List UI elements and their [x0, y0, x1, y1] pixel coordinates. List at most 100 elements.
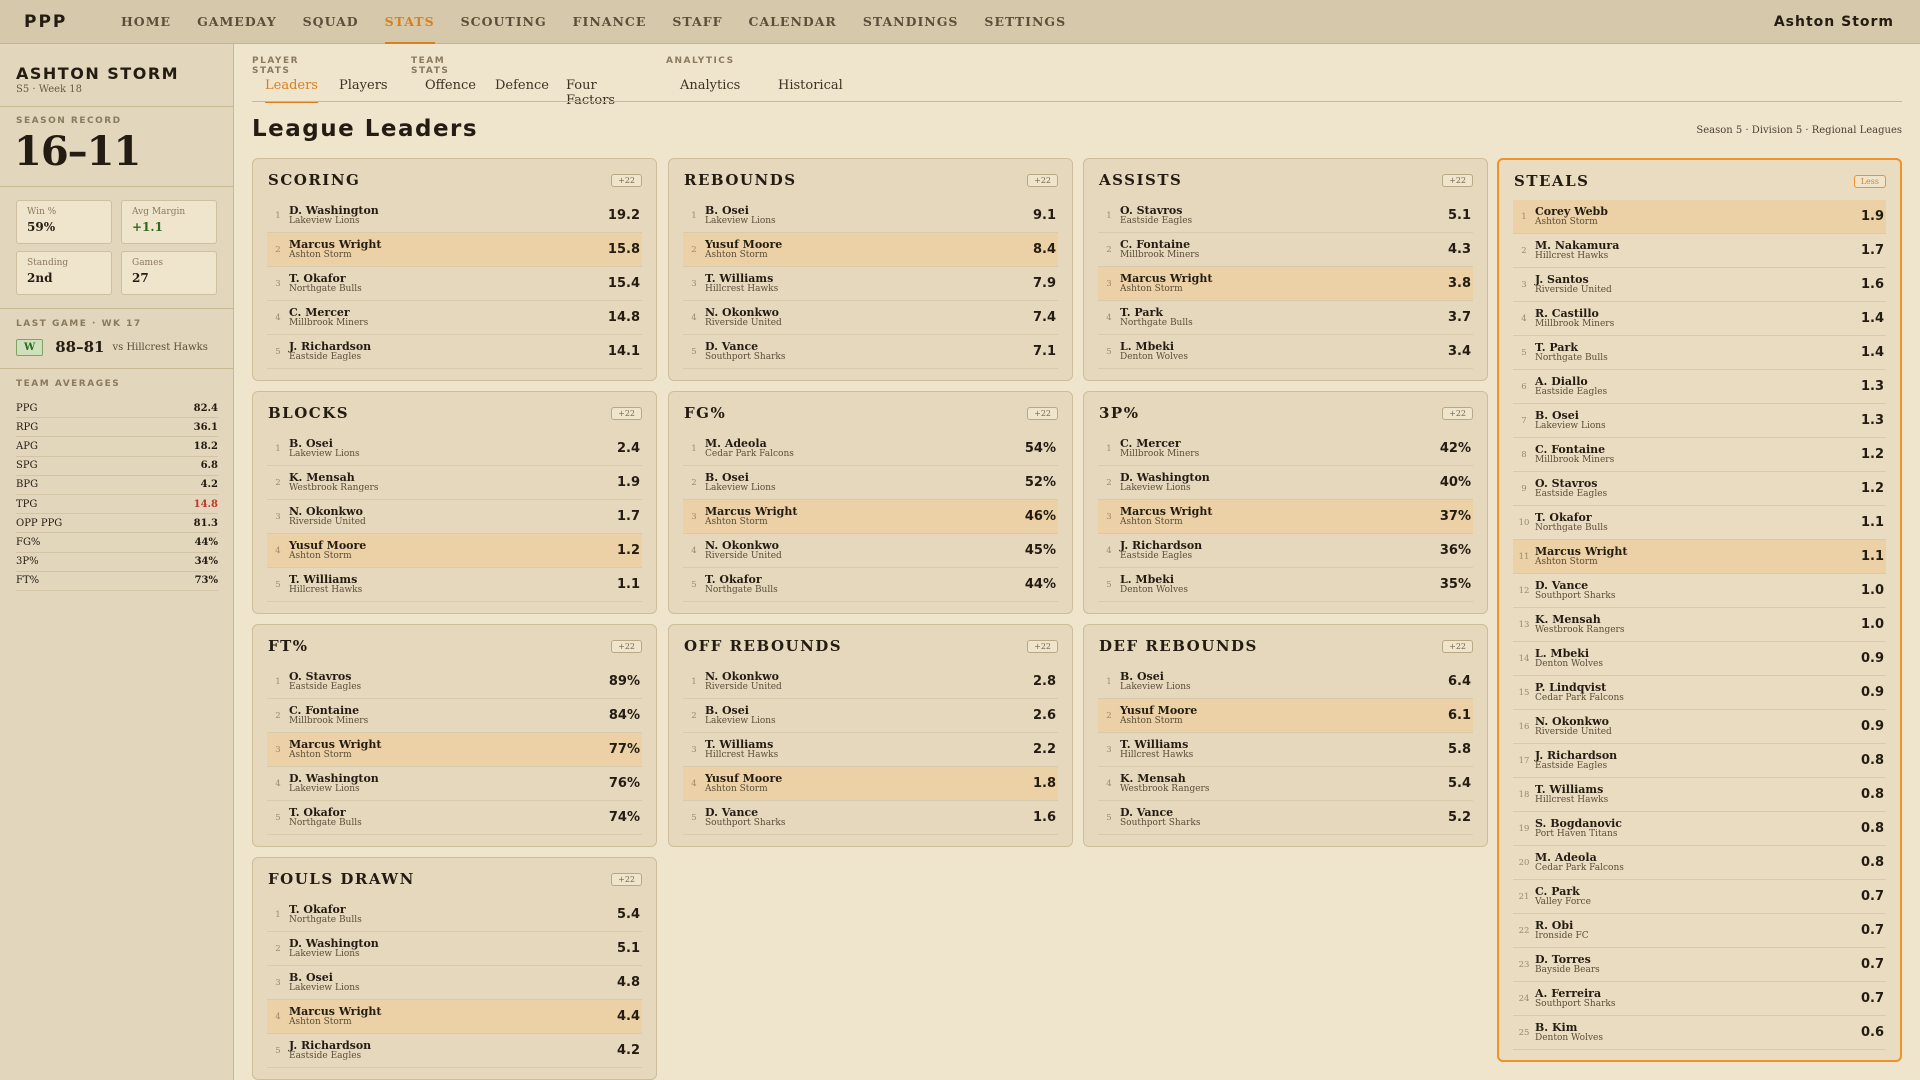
expand-pill[interactable]: +22	[1442, 174, 1473, 187]
leader-row[interactable]: 3 Marcus Wright Ashton Storm 46%	[683, 500, 1058, 534]
leader-row[interactable]: 1 M. Adeola Cedar Park Falcons 54%	[683, 432, 1058, 466]
nav-item-standings[interactable]: STANDINGS	[863, 0, 959, 44]
player-name[interactable]: T. Okafor	[289, 807, 609, 818]
leader-row[interactable]: 24 A. Ferreira Southport Sharks 0.7	[1513, 982, 1886, 1016]
tab-defence[interactable]: Defence	[495, 78, 549, 101]
player-name[interactable]: T. Park	[1535, 342, 1861, 353]
nav-item-home[interactable]: HOME	[121, 0, 171, 44]
leader-row[interactable]: 5 D. Vance Southport Sharks 5.2	[1098, 801, 1473, 835]
leader-row[interactable]: 3 Marcus Wright Ashton Storm 37%	[1098, 500, 1473, 534]
player-name[interactable]: Marcus Wright	[289, 1006, 617, 1017]
leader-row[interactable]: 23 D. Torres Bayside Bears 0.7	[1513, 948, 1886, 982]
player-name[interactable]: Marcus Wright	[1120, 506, 1440, 517]
player-name[interactable]: C. Mercer	[1120, 438, 1440, 449]
player-name[interactable]: Marcus Wright	[705, 506, 1025, 517]
leader-row[interactable]: 3 T. Williams Hillcrest Hawks 2.2	[683, 733, 1058, 767]
leader-row[interactable]: 1 B. Osei Lakeview Lions 2.4	[267, 432, 642, 466]
user-team-name[interactable]: Ashton Storm	[1774, 0, 1894, 44]
leader-row[interactable]: 1 B. Osei Lakeview Lions 9.1	[683, 199, 1058, 233]
leader-row[interactable]: 20 M. Adeola Cedar Park Falcons 0.8	[1513, 846, 1886, 880]
player-name[interactable]: C. Mercer	[289, 307, 608, 318]
leader-row[interactable]: 3 B. Osei Lakeview Lions 4.8	[267, 966, 642, 1000]
player-name[interactable]: L. Mbeki	[1120, 574, 1440, 585]
expand-pill[interactable]: +22	[1027, 174, 1058, 187]
leader-row[interactable]: 15 P. Lindqvist Cedar Park Falcons 0.9	[1513, 676, 1886, 710]
player-name[interactable]: D. Vance	[705, 807, 1033, 818]
player-name[interactable]: B. Osei	[289, 438, 617, 449]
player-name[interactable]: T. Williams	[705, 273, 1033, 284]
player-name[interactable]: C. Park	[1535, 886, 1861, 897]
player-name[interactable]: N. Okonkwo	[705, 671, 1033, 682]
leader-row[interactable]: 6 A. Diallo Eastside Eagles 1.3	[1513, 370, 1886, 404]
player-name[interactable]: D. Torres	[1535, 954, 1861, 965]
leader-row[interactable]: 4 T. Park Northgate Bulls 3.7	[1098, 301, 1473, 335]
leader-row[interactable]: 5 T. Park Northgate Bulls 1.4	[1513, 336, 1886, 370]
player-name[interactable]: T. Okafor	[1535, 512, 1861, 523]
leader-row[interactable]: 4 Marcus Wright Ashton Storm 4.4	[267, 1000, 642, 1034]
player-name[interactable]: T. Williams	[1535, 784, 1861, 795]
leader-row[interactable]: 2 D. Washington Lakeview Lions 5.1	[267, 932, 642, 966]
player-name[interactable]: Marcus Wright	[289, 739, 609, 750]
leader-row[interactable]: 4 R. Castillo Millbrook Miners 1.4	[1513, 302, 1886, 336]
player-name[interactable]: T. Park	[1120, 307, 1448, 318]
leader-row[interactable]: 4 J. Richardson Eastside Eagles 36%	[1098, 534, 1473, 568]
leader-row[interactable]: 10 T. Okafor Northgate Bulls 1.1	[1513, 506, 1886, 540]
player-name[interactable]: J. Richardson	[1535, 750, 1861, 761]
leader-row[interactable]: 4 N. Okonkwo Riverside United 45%	[683, 534, 1058, 568]
player-name[interactable]: T. Okafor	[705, 574, 1025, 585]
player-name[interactable]: K. Mensah	[1535, 614, 1861, 625]
leader-row[interactable]: 5 J. Richardson Eastside Eagles 4.2	[267, 1034, 642, 1068]
player-name[interactable]: L. Mbeki	[1120, 341, 1448, 352]
player-name[interactable]: J. Richardson	[1120, 540, 1440, 551]
leader-row[interactable]: 2 Marcus Wright Ashton Storm 15.8	[267, 233, 642, 267]
leader-row[interactable]: 5 L. Mbeki Denton Wolves 35%	[1098, 568, 1473, 602]
expand-pill[interactable]: +22	[1442, 640, 1473, 653]
player-name[interactable]: D. Washington	[289, 205, 608, 216]
leader-row[interactable]: 7 B. Osei Lakeview Lions 1.3	[1513, 404, 1886, 438]
player-name[interactable]: N. Okonkwo	[705, 540, 1025, 551]
player-name[interactable]: C. Fontaine	[289, 705, 609, 716]
leader-row[interactable]: 2 Yusuf Moore Ashton Storm 6.1	[1098, 699, 1473, 733]
leader-row[interactable]: 5 D. Vance Southport Sharks 1.6	[683, 801, 1058, 835]
player-name[interactable]: M. Adeola	[1535, 852, 1861, 863]
leader-row[interactable]: 25 B. Kim Denton Wolves 0.6	[1513, 1016, 1886, 1050]
leader-row[interactable]: 8 C. Fontaine Millbrook Miners 1.2	[1513, 438, 1886, 472]
leader-row[interactable]: 1 N. Okonkwo Riverside United 2.8	[683, 665, 1058, 699]
leader-row[interactable]: 5 J. Richardson Eastside Eagles 14.1	[267, 335, 642, 369]
leader-row[interactable]: 4 C. Mercer Millbrook Miners 14.8	[267, 301, 642, 335]
player-name[interactable]: T. Williams	[705, 739, 1033, 750]
expand-pill[interactable]: +22	[1027, 407, 1058, 420]
leader-row[interactable]: 1 O. Stavros Eastside Eagles 5.1	[1098, 199, 1473, 233]
player-name[interactable]: C. Fontaine	[1120, 239, 1448, 250]
player-name[interactable]: L. Mbeki	[1535, 648, 1861, 659]
nav-item-settings[interactable]: SETTINGS	[984, 0, 1066, 44]
expand-pill[interactable]: +22	[611, 407, 642, 420]
player-name[interactable]: J. Richardson	[289, 1040, 617, 1051]
leader-row[interactable]: 3 T. Williams Hillcrest Hawks 5.8	[1098, 733, 1473, 767]
player-name[interactable]: M. Nakamura	[1535, 240, 1861, 251]
leader-row[interactable]: 4 Yusuf Moore Ashton Storm 1.2	[267, 534, 642, 568]
expand-pill[interactable]: +22	[611, 174, 642, 187]
nav-item-stats[interactable]: STATS	[384, 0, 435, 44]
app-logo[interactable]: PPP	[24, 12, 108, 32]
leader-row[interactable]: 2 C. Fontaine Millbrook Miners 84%	[267, 699, 642, 733]
player-name[interactable]: Corey Webb	[1535, 206, 1861, 217]
leader-row[interactable]: 4 K. Mensah Westbrook Rangers 5.4	[1098, 767, 1473, 801]
player-name[interactable]: Yusuf Moore	[289, 540, 617, 551]
player-name[interactable]: R. Obi	[1535, 920, 1861, 931]
leader-row[interactable]: 16 N. Okonkwo Riverside United 0.9	[1513, 710, 1886, 744]
player-name[interactable]: J. Richardson	[289, 341, 608, 352]
leader-row[interactable]: 3 Marcus Wright Ashton Storm 3.8	[1098, 267, 1473, 301]
leader-row[interactable]: 1 D. Washington Lakeview Lions 19.2	[267, 199, 642, 233]
player-name[interactable]: A. Ferreira	[1535, 988, 1861, 999]
player-name[interactable]: N. Okonkwo	[1535, 716, 1861, 727]
nav-item-staff[interactable]: STAFF	[672, 0, 722, 44]
leader-row[interactable]: 13 K. Mensah Westbrook Rangers 1.0	[1513, 608, 1886, 642]
player-name[interactable]: T. Okafor	[289, 273, 608, 284]
player-name[interactable]: D. Vance	[1120, 807, 1448, 818]
expand-pill[interactable]: +22	[611, 873, 642, 886]
leader-row[interactable]: 1 Corey Webb Ashton Storm 1.9	[1513, 200, 1886, 234]
player-name[interactable]: S. Bogdanovic	[1535, 818, 1861, 829]
leader-row[interactable]: 12 D. Vance Southport Sharks 1.0	[1513, 574, 1886, 608]
player-name[interactable]: D. Washington	[289, 938, 617, 949]
